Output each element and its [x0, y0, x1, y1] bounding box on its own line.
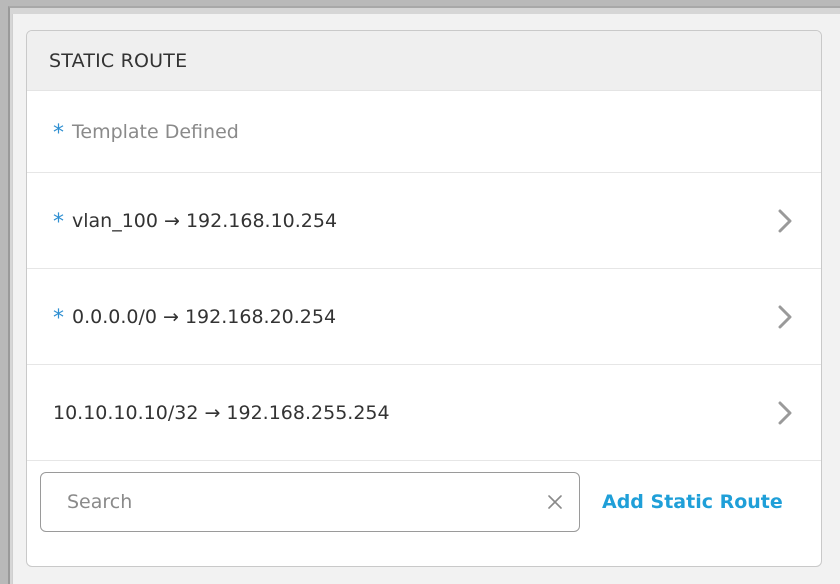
asterisk-icon: *	[53, 120, 64, 146]
asterisk-icon: *	[53, 209, 64, 235]
chevron-right-icon[interactable]	[775, 303, 795, 331]
add-static-route-button[interactable]: Add Static Route	[602, 491, 783, 513]
panel-title: STATIC ROUTE	[49, 49, 188, 72]
search-box	[40, 472, 580, 532]
route-label: 10.10.10.10/32 → 192.168.255.254	[53, 401, 390, 424]
asterisk-icon: *	[53, 305, 64, 331]
chevron-right-icon[interactable]	[775, 399, 795, 427]
panel-footer: Add Static Route	[27, 461, 821, 543]
chevron-right-icon[interactable]	[775, 207, 795, 235]
route-item-vlan-100[interactable]: * vlan_100 → 192.168.10.254	[27, 173, 821, 269]
static-route-panel: STATIC ROUTE * Template Defined * vlan_1…	[26, 30, 822, 567]
close-icon[interactable]	[545, 492, 565, 512]
search-input[interactable]	[65, 490, 545, 514]
panel-header: STATIC ROUTE	[27, 31, 821, 91]
route-label: vlan_100 → 192.168.10.254	[72, 209, 338, 232]
route-item-host[interactable]: 10.10.10.10/32 → 192.168.255.254	[27, 365, 821, 461]
template-legend: * Template Defined	[27, 91, 821, 173]
route-label: 0.0.0.0/0 → 192.168.20.254	[72, 305, 337, 328]
template-legend-label: Template Defined	[72, 120, 239, 143]
route-item-default[interactable]: * 0.0.0.0/0 → 192.168.20.254	[27, 269, 821, 365]
